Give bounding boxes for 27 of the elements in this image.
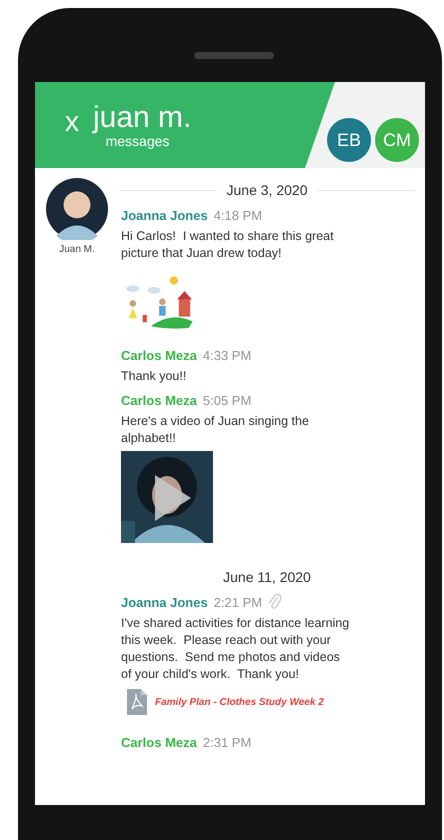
- message-time: 4:33 PM: [202, 348, 252, 362]
- sender-name: Joanna Jones: [121, 208, 208, 222]
- sender-name: Carlos Meza: [121, 348, 197, 362]
- date-label: June 3, 2020: [226, 182, 308, 198]
- sender-name: Carlos Meza: [121, 734, 197, 750]
- message-text: Hi Carlos! I wanted to share this great picture that Juan drew today!: [121, 228, 335, 262]
- paperclip-icon: [268, 593, 282, 611]
- participant-avatar[interactable]: CM: [375, 118, 419, 162]
- message-time: 4:18 PM: [214, 208, 262, 222]
- message-text: Here's a video of Juan singing the alphabet!!: [121, 413, 310, 447]
- message-text: Thank you!!: [121, 368, 188, 385]
- avatar-icon: [46, 178, 108, 240]
- message-text: I've shared activities for distance learning this week. Please reach out with your questions. Send me photos and videos of your child's work. Thank you!: [121, 615, 350, 683]
- message-time: 2:21 PM: [214, 594, 262, 610]
- message-time: 5:05 PM: [202, 392, 252, 408]
- sender-name: Carlos Meza: [121, 392, 197, 408]
- play-icon[interactable]: [153, 473, 193, 523]
- participant-avatar[interactable]: EB: [327, 118, 371, 162]
- conversation-subtitle: messages: [106, 134, 170, 148]
- conversation-title: juan m.: [93, 102, 192, 134]
- close-button[interactable]: x: [65, 108, 79, 136]
- sender-name: Joanna Jones: [121, 594, 208, 610]
- pdf-file-icon: [127, 689, 147, 715]
- file-link[interactable]: Family Plan - Clothes Study Week 2: [155, 696, 324, 708]
- student-name: Juan M.: [59, 244, 95, 255]
- date-label: June 11, 2020: [223, 569, 311, 585]
- message-time: 2:31 PM: [202, 734, 252, 750]
